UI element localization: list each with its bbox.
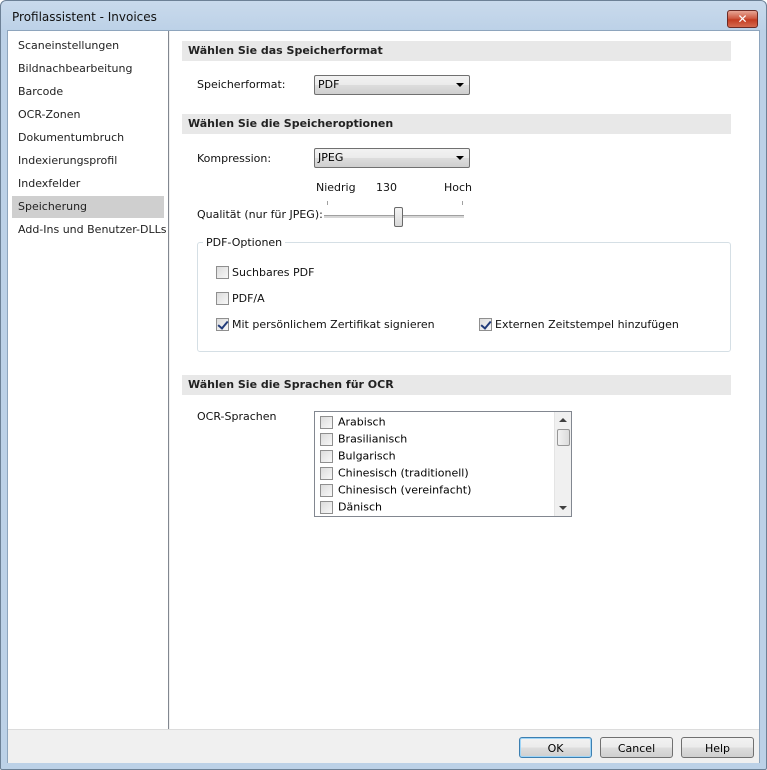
dialog-footer: OK Cancel Help [8, 729, 759, 763]
external-timestamp-checkbox[interactable] [479, 318, 492, 331]
pdf-options-group [197, 242, 731, 352]
window-title: Profilassistent - Invoices [12, 10, 157, 24]
language-checkbox[interactable] [320, 415, 333, 429]
sidebar-item-dokumentumbruch[interactable]: Dokumentumbruch [12, 127, 164, 149]
sidebar-item-scaneinstellungen[interactable]: Scaneinstellungen [12, 35, 164, 57]
compression-dropdown-value: JPEG [318, 151, 344, 164]
cancel-button[interactable]: Cancel [600, 737, 673, 758]
profile-wizard-window: Profilassistent - Invoices ✕ Scaneinstel… [0, 0, 767, 770]
list-item[interactable]: Chinesisch (traditionell) [320, 464, 469, 481]
slider-high-label: Hoch [444, 181, 473, 194]
slider-tick-max [462, 201, 463, 205]
ocr-section-heading: Wählen Sie die Sprachen für OCR [182, 375, 731, 395]
sidebar-item-barcode[interactable]: Barcode [12, 81, 164, 103]
compression-dropdown[interactable]: JPEG [314, 148, 470, 168]
chevron-down-icon [456, 156, 464, 160]
list-item[interactable]: Bulgarisch [320, 447, 396, 464]
quality-label: Qualität (nur für JPEG): [197, 208, 323, 221]
language-label: Chinesisch (vereinfacht) [338, 483, 472, 497]
pdf-options-title: PDF-Optionen [203, 236, 286, 249]
title-bar: Profilassistent - Invoices ✕ [1, 1, 766, 31]
sidebar-item-bildnachbearbeitung[interactable]: Bildnachbearbeitung [12, 58, 164, 80]
ocr-languages-list[interactable]: Arabisch Brasilianisch Bulgarisch Chines… [314, 411, 572, 517]
sign-certificate-label[interactable]: Mit persönlichem Zertifikat signieren [232, 318, 435, 331]
slider-low-label: Niedrig [316, 181, 356, 194]
sidebar-nav: Scaneinstellungen Bildnachbearbeitung Ba… [8, 31, 169, 729]
ok-button[interactable]: OK [519, 737, 592, 758]
searchable-pdf-checkbox[interactable] [216, 266, 229, 279]
scroll-up-icon[interactable] [559, 418, 567, 422]
help-button[interactable]: Help [681, 737, 754, 758]
close-icon: ✕ [737, 12, 748, 26]
list-item[interactable]: Brasilianisch [320, 430, 407, 447]
language-label: Bulgarisch [338, 449, 396, 463]
format-section-heading: Wählen Sie das Speicherformat [182, 41, 731, 61]
list-item[interactable]: Arabisch [320, 413, 386, 430]
scrollbar-thumb[interactable] [557, 429, 570, 446]
language-label: Arabisch [338, 415, 386, 429]
sidebar-item-ocr-zonen[interactable]: OCR-Zonen [12, 104, 164, 126]
sidebar-item-speicherung[interactable]: Speicherung [12, 196, 164, 218]
settings-panel: Wählen Sie das Speicherformat Speicherfo… [170, 31, 759, 729]
scroll-down-icon[interactable] [559, 506, 567, 510]
sidebar-item-indexfelder[interactable]: Indexfelder [12, 173, 164, 195]
slider-tick-min [327, 201, 328, 205]
language-label: Brasilianisch [338, 432, 408, 446]
external-timestamp-label[interactable]: Externen Zeitstempel hinzufügen [495, 318, 679, 331]
language-checkbox[interactable] [320, 466, 333, 480]
list-item[interactable]: Dänisch [320, 498, 382, 515]
quality-slider-thumb[interactable] [394, 207, 403, 227]
sign-certificate-checkbox[interactable] [216, 318, 229, 331]
format-dropdown[interactable]: PDF [314, 75, 470, 95]
compression-label: Kompression: [197, 152, 272, 165]
pdfa-checkbox[interactable] [216, 292, 229, 305]
checkmark-icon [480, 318, 492, 330]
language-label: Dänisch [338, 500, 382, 514]
format-label: Speicherformat: [197, 78, 286, 91]
language-label: Chinesisch (traditionell) [338, 466, 469, 480]
pdfa-label[interactable]: PDF/A [232, 292, 265, 305]
dialog-client-area: Scaneinstellungen Bildnachbearbeitung Ba… [7, 30, 760, 763]
ocr-languages-label: OCR-Sprachen [197, 410, 277, 423]
checkmark-icon [217, 318, 229, 330]
close-button[interactable]: ✕ [727, 10, 758, 28]
slider-value-label: 130 [376, 181, 397, 194]
language-checkbox[interactable] [320, 483, 333, 497]
language-checkbox[interactable] [320, 500, 333, 514]
languages-scrollbar[interactable] [554, 412, 571, 516]
sidebar-item-indexierungsprofil[interactable]: Indexierungsprofil [12, 150, 164, 172]
language-checkbox[interactable] [320, 432, 333, 446]
language-checkbox[interactable] [320, 449, 333, 463]
chevron-down-icon [456, 83, 464, 87]
list-item[interactable]: Chinesisch (vereinfacht) [320, 481, 471, 498]
format-dropdown-value: PDF [318, 78, 340, 91]
searchable-pdf-label[interactable]: Suchbares PDF [232, 266, 314, 279]
options-section-heading: Wählen Sie die Speicheroptionen [182, 114, 731, 134]
sidebar-item-add-ins[interactable]: Add-Ins und Benutzer-DLLs [12, 219, 167, 241]
